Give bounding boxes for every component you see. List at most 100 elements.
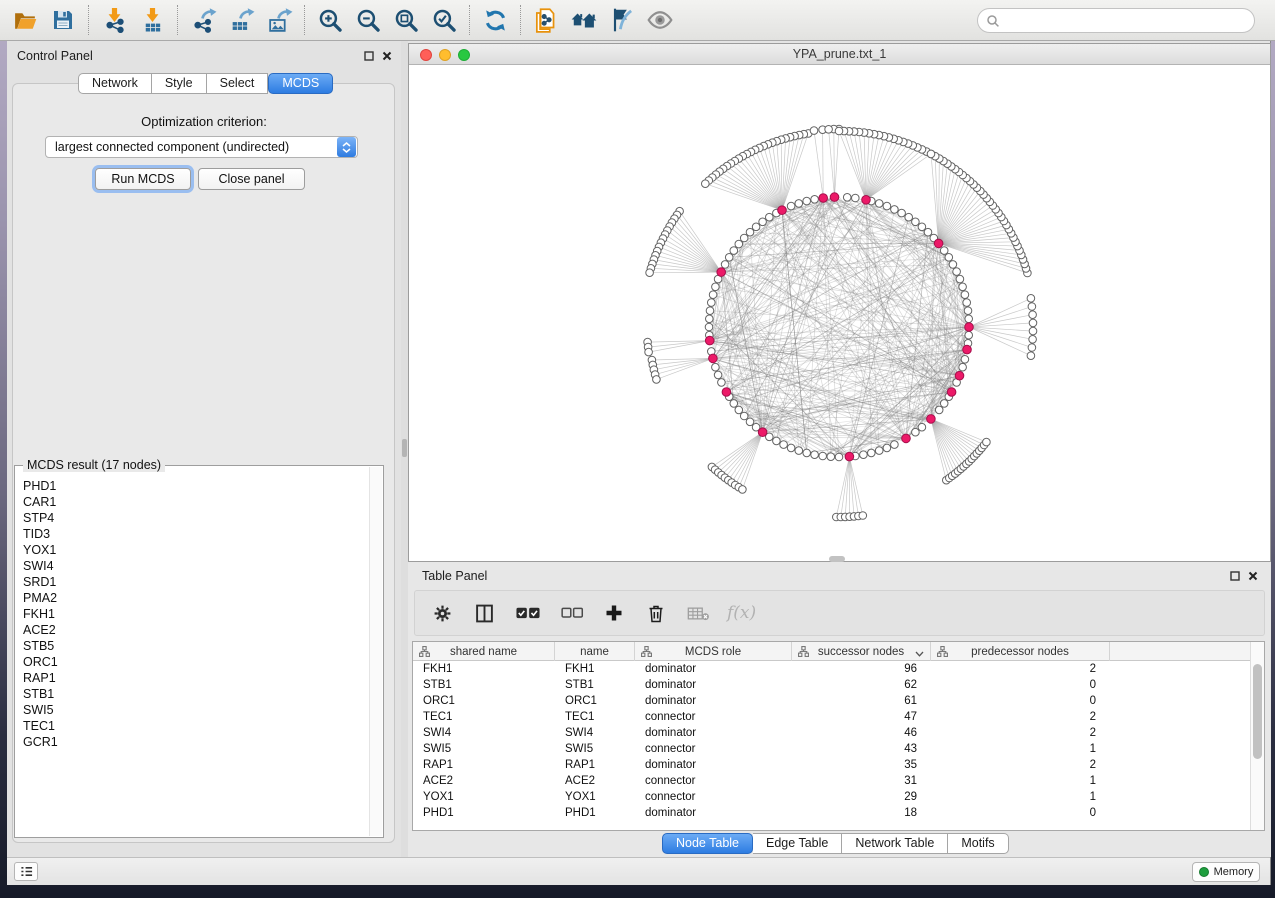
ring-node[interactable] — [860, 451, 868, 459]
ring-node[interactable] — [740, 234, 748, 242]
mcds-result-item[interactable]: TEC1 — [23, 718, 368, 734]
mcds-result-item[interactable]: YOX1 — [23, 542, 368, 558]
cell-successor-nodes[interactable]: 35 — [792, 757, 931, 773]
cell-mcds-role[interactable]: dominator — [635, 725, 792, 741]
cell-shared-name[interactable]: TEC1 — [413, 709, 555, 725]
column-header-shared-name[interactable]: shared name — [413, 642, 555, 661]
ring-node[interactable] — [875, 200, 883, 208]
cell-mcds-role[interactable]: connector — [635, 773, 792, 789]
function-builder-button-disabled[interactable]: f(x) — [727, 603, 756, 623]
cell-name[interactable]: ACE2 — [555, 773, 635, 789]
cell-mcds-role[interactable]: connector — [635, 709, 792, 725]
ring-node[interactable] — [883, 202, 891, 210]
show-network-overview-button[interactable] — [565, 3, 603, 37]
ring-node[interactable] — [730, 400, 738, 408]
mcds-dominator-node[interactable] — [758, 428, 767, 437]
leaf-node[interactable] — [1029, 336, 1037, 344]
leaf-node[interactable] — [810, 127, 818, 135]
cell-shared-name[interactable]: SWI5 — [413, 741, 555, 757]
ring-node[interactable] — [965, 331, 973, 339]
clone-network-button[interactable] — [527, 3, 565, 37]
table-row[interactable]: PHD1PHD1dominator180 — [413, 805, 1250, 821]
search-input[interactable] — [1000, 11, 1254, 31]
tab-motifs[interactable]: Motifs — [948, 833, 1008, 854]
table-row[interactable]: FKH1FKH1dominator962 — [413, 661, 1250, 677]
zoom-out-button[interactable] — [349, 3, 387, 37]
leaf-node[interactable] — [1027, 352, 1035, 360]
mcds-dominator-node[interactable] — [963, 345, 972, 354]
tab-select[interactable]: Select — [207, 73, 269, 94]
ring-node[interactable] — [912, 218, 920, 226]
mcds-dominator-node[interactable] — [722, 388, 731, 397]
tab-style[interactable]: Style — [152, 73, 207, 94]
cell-name[interactable]: ORC1 — [555, 693, 635, 709]
ring-node[interactable] — [803, 197, 811, 205]
tab-network[interactable]: Network — [78, 73, 152, 94]
cell-shared-name[interactable]: FKH1 — [413, 661, 555, 677]
ring-node[interactable] — [843, 194, 851, 202]
ring-node[interactable] — [891, 441, 899, 449]
sort-chevron-icon[interactable] — [915, 648, 924, 660]
leaf-node[interactable] — [646, 269, 654, 277]
leaf-node[interactable] — [983, 438, 991, 446]
leaf-node[interactable] — [1027, 295, 1035, 303]
ring-node[interactable] — [961, 291, 969, 299]
cell-shared-name[interactable]: YOX1 — [413, 789, 555, 805]
zoom-fit-button[interactable] — [387, 3, 425, 37]
ring-node[interactable] — [735, 240, 743, 248]
ring-node[interactable] — [706, 307, 714, 315]
cell-mcds-role[interactable]: dominator — [635, 661, 792, 677]
ring-node[interactable] — [746, 228, 754, 236]
leaf-node[interactable] — [1029, 311, 1037, 319]
memory-status-button[interactable]: Memory — [1192, 862, 1260, 882]
ring-node[interactable] — [709, 291, 717, 299]
close-panel-button[interactable]: Close panel — [198, 168, 305, 190]
leaf-node[interactable] — [739, 486, 747, 494]
cell-mcds-role[interactable]: dominator — [635, 693, 792, 709]
ring-node[interactable] — [935, 406, 943, 414]
mcds-result-item[interactable]: STB1 — [23, 686, 368, 702]
column-header-predecessor-nodes[interactable]: predecessor nodes — [931, 642, 1110, 661]
ring-node[interactable] — [795, 447, 803, 455]
show-graphics-details-button[interactable] — [641, 3, 679, 37]
mcds-list-scrollbar[interactable] — [369, 467, 382, 836]
table-row[interactable]: STB1STB1dominator620 — [413, 677, 1250, 693]
cell-successor-nodes[interactable]: 47 — [792, 709, 931, 725]
export-network-button[interactable] — [184, 3, 222, 37]
ring-node[interactable] — [773, 437, 781, 445]
ring-node[interactable] — [959, 363, 967, 371]
ring-node[interactable] — [735, 406, 743, 414]
cell-predecessor-nodes[interactable]: 2 — [931, 757, 1110, 773]
ring-node[interactable] — [905, 213, 913, 221]
mcds-result-item[interactable]: RAP1 — [23, 670, 368, 686]
ring-node[interactable] — [875, 447, 883, 455]
cell-name[interactable]: STB1 — [555, 677, 635, 693]
ring-node[interactable] — [795, 200, 803, 208]
cell-name[interactable]: PHD1 — [555, 805, 635, 821]
mcds-dominator-node[interactable] — [705, 336, 714, 345]
ring-node[interactable] — [706, 315, 714, 323]
mcds-dominator-node[interactable] — [845, 452, 854, 461]
mcds-result-item[interactable]: CAR1 — [23, 494, 368, 510]
cell-successor-nodes[interactable]: 29 — [792, 789, 931, 805]
tab-network-table[interactable]: Network Table — [842, 833, 948, 854]
tab-node-table[interactable]: Node Table — [662, 833, 753, 854]
mcds-result-item[interactable]: STP4 — [23, 510, 368, 526]
leaf-node[interactable] — [825, 126, 833, 134]
cell-predecessor-nodes[interactable]: 1 — [931, 741, 1110, 757]
column-header-successor-nodes[interactable]: successor nodes — [792, 642, 931, 661]
cell-successor-nodes[interactable]: 96 — [792, 661, 931, 677]
column-header-mcds-role[interactable]: MCDS role — [635, 642, 792, 661]
ring-node[interactable] — [718, 379, 726, 387]
mcds-dominator-node[interactable] — [717, 268, 726, 277]
mcds-dominator-node[interactable] — [709, 354, 718, 363]
table-row[interactable]: ACE2ACE2connector311 — [413, 773, 1250, 789]
mcds-dominator-node[interactable] — [830, 193, 839, 202]
mcds-dominator-node[interactable] — [819, 194, 828, 203]
float-panel-button[interactable] — [363, 50, 375, 62]
cell-mcds-role[interactable]: dominator — [635, 805, 792, 821]
ring-node[interactable] — [811, 451, 819, 459]
cell-successor-nodes[interactable]: 18 — [792, 805, 931, 821]
delete-column-button[interactable] — [643, 600, 669, 626]
cell-shared-name[interactable]: STB1 — [413, 677, 555, 693]
